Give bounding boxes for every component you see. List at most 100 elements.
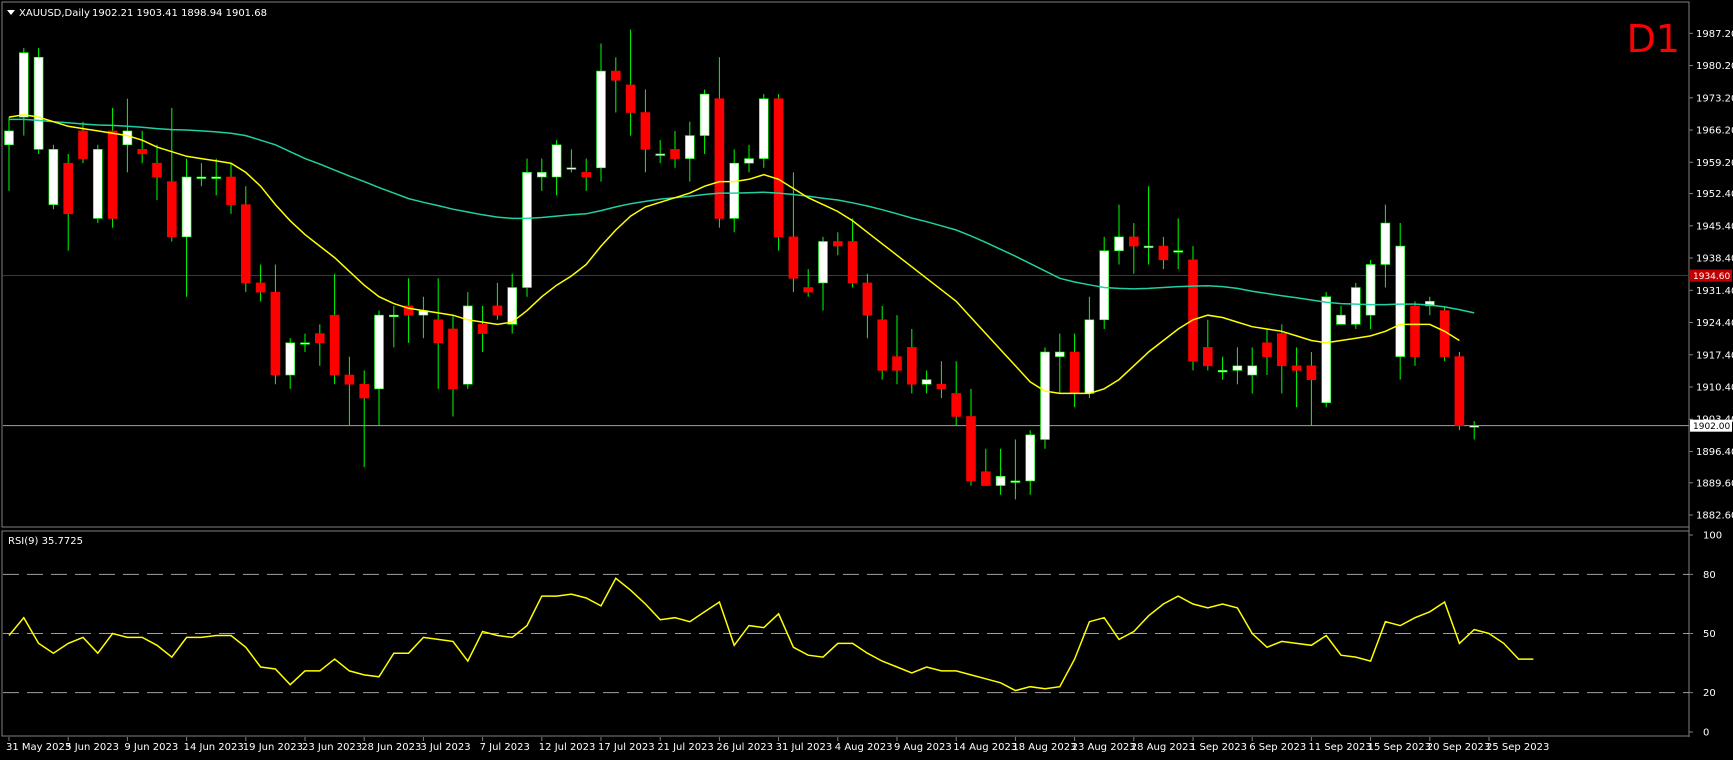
candles-layer — [4, 29, 1479, 500]
time-tick-label: 21 Jul 2023 — [657, 742, 714, 753]
time-tick-label: 12 Jul 2023 — [539, 742, 596, 753]
price-tick-label: 1952.40 — [1696, 189, 1733, 200]
candle — [1040, 347, 1050, 449]
time-tick-label: 14 Jun 2023 — [184, 742, 244, 753]
time-tick-label: 20 Sep 2023 — [1427, 742, 1490, 753]
main-panel-border — [1, 1, 1690, 528]
candle-body — [107, 130, 118, 219]
time-tick-label: 17 Jul 2023 — [598, 742, 655, 753]
candle — [507, 273, 518, 334]
symbol-dropdown-icon[interactable] — [7, 10, 15, 15]
symbol-label: XAUUSD,Daily — [19, 8, 90, 19]
rsi-layer — [3, 573, 1689, 694]
candle — [241, 186, 251, 293]
candle-body — [374, 314, 384, 390]
candle-body — [359, 383, 370, 399]
candle-body — [1380, 222, 1391, 265]
price-tick-label: 1924.40 — [1696, 318, 1733, 329]
moving-averages-layer — [8, 114, 1475, 395]
rsi-line — [8, 577, 1534, 692]
candle — [951, 361, 962, 426]
candle — [93, 144, 103, 224]
candle — [729, 149, 740, 233]
candle-body — [167, 181, 177, 238]
candle — [980, 448, 991, 486]
candle-body — [1203, 347, 1213, 367]
price-tick-label: 1959.20 — [1696, 158, 1733, 169]
time-tick-label: 11 Sep 2023 — [1308, 742, 1371, 753]
candle-body — [1321, 296, 1331, 403]
price-tick-label: 1910.40 — [1696, 383, 1733, 394]
candle — [359, 370, 370, 468]
candle-body — [1232, 365, 1243, 371]
candle — [1336, 305, 1346, 325]
candle-body — [832, 241, 843, 247]
candle — [936, 361, 947, 399]
candle — [1025, 430, 1035, 495]
candle — [226, 163, 236, 214]
candle-body — [862, 282, 873, 316]
candle — [1454, 352, 1465, 431]
candle — [492, 282, 503, 320]
candle-body — [18, 52, 29, 118]
candle — [1010, 439, 1021, 500]
candle-body — [1143, 245, 1154, 248]
candle — [1173, 218, 1183, 270]
time-tick-label: 28 Jun 2023 — [361, 742, 421, 753]
candle-body — [1262, 342, 1272, 357]
candle — [522, 158, 532, 297]
candle — [1321, 292, 1331, 408]
candle-body — [196, 176, 207, 179]
candle — [48, 144, 59, 210]
time-tick-label: 7 Jul 2023 — [480, 742, 530, 753]
candle — [1262, 328, 1272, 376]
candle-body — [670, 149, 680, 159]
candle-body — [33, 56, 44, 150]
rsi-tick-label: 100 — [1703, 531, 1722, 542]
candle-body — [255, 282, 266, 293]
candle-body — [1454, 356, 1465, 426]
candle — [995, 448, 1006, 495]
chart-canvas[interactable]: 1987.20 1980.20 1973.20 1966.20 1959.20 1952.… — [0, 0, 1733, 756]
candle-body — [1410, 305, 1420, 357]
rsi-tick-label: 50 — [1703, 629, 1716, 640]
time-tick-label: 28 Aug 2023 — [1131, 742, 1195, 753]
candle-body — [729, 162, 740, 219]
candle — [877, 305, 888, 380]
candle-body — [847, 241, 858, 284]
candle-body — [462, 305, 473, 385]
candle-body — [714, 98, 725, 219]
candle — [403, 278, 414, 343]
candle-body — [744, 158, 754, 164]
candle-body — [4, 130, 14, 146]
candle-body — [892, 356, 902, 371]
candle — [462, 292, 473, 389]
candle — [684, 121, 695, 182]
candle — [758, 94, 769, 168]
candle — [270, 264, 281, 385]
time-tick-label: 23 Aug 2023 — [1072, 742, 1136, 753]
candle-body — [314, 333, 325, 344]
time-tick-label: 15 Sep 2023 — [1368, 742, 1431, 753]
candle-body — [477, 324, 488, 334]
candle — [329, 273, 340, 385]
candle — [921, 370, 932, 394]
candle-body — [1188, 259, 1198, 362]
candle — [566, 149, 577, 173]
ma-slow-line — [9, 118, 1475, 314]
candle-body — [1069, 351, 1080, 394]
candle — [4, 117, 14, 191]
candle-body — [63, 162, 74, 215]
candle-body — [818, 241, 828, 284]
candle — [1291, 347, 1302, 408]
candle — [477, 305, 488, 352]
candle-body — [596, 70, 606, 169]
time-tick-label: 9 Jun 2023 — [124, 742, 178, 753]
time-tick-label: 4 Aug 2023 — [835, 742, 893, 753]
candle-body — [625, 84, 636, 113]
time-tick-label: 25 Sep 2023 — [1486, 742, 1549, 753]
candle — [167, 107, 177, 242]
rsi-tick-label: 80 — [1703, 570, 1716, 581]
timeframe-badge: D1 — [1627, 17, 1680, 61]
candle-body — [433, 319, 444, 344]
